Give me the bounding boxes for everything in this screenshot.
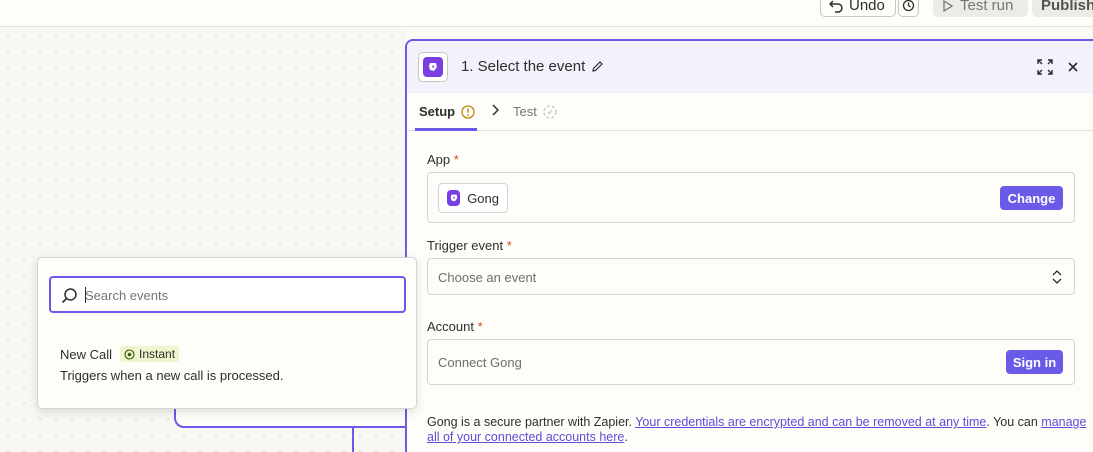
gong-logo-icon xyxy=(423,57,443,77)
test-run-button[interactable]: Test run xyxy=(933,0,1028,17)
instant-badge: Instant xyxy=(120,346,180,362)
trigger-event-select[interactable]: Choose an event xyxy=(427,258,1075,295)
security-note-text-3: . xyxy=(624,430,628,444)
top-toolbar: Undo Test run Publish xyxy=(0,0,1093,27)
publish-button[interactable]: Publish xyxy=(1032,0,1093,17)
app-field: Gong Change xyxy=(427,172,1075,223)
chevron-right-icon xyxy=(491,104,499,116)
tab-test-label: Test xyxy=(513,104,537,119)
sign-in-button[interactable]: Sign in xyxy=(1006,350,1063,374)
account-label-text: Account xyxy=(427,319,474,334)
select-arrows-icon xyxy=(1052,270,1062,284)
pending-icon xyxy=(543,104,557,119)
panel-title-text: 1. Select the event xyxy=(461,58,586,75)
search-events-field[interactable] xyxy=(49,276,406,313)
required-mark: * xyxy=(453,152,459,167)
security-note-text-2: . You can xyxy=(986,415,1042,429)
account-placeholder: Connect Gong xyxy=(438,355,522,370)
step-editor-panel: 1. Select the event Setup Test App * Gon… xyxy=(405,39,1093,452)
selected-app-chip: Gong xyxy=(438,183,508,213)
pencil-icon[interactable] xyxy=(591,60,604,73)
app-field-label: App * xyxy=(427,152,459,167)
account-field-label: Account * xyxy=(427,319,483,334)
event-search-popup: New Call Instant Triggers when a new cal… xyxy=(37,257,417,409)
instant-icon xyxy=(124,348,135,360)
test-run-label: Test run xyxy=(960,0,1014,14)
credentials-link[interactable]: Your credentials are encrypted and can b… xyxy=(635,415,986,429)
search-icon xyxy=(61,288,77,304)
selected-app-name: Gong xyxy=(467,190,499,206)
tab-test[interactable]: Test xyxy=(513,104,557,119)
event-option-title: New Call xyxy=(60,346,113,362)
account-field: Connect Gong Sign in xyxy=(427,339,1075,385)
undo-button[interactable]: Undo xyxy=(820,0,896,17)
search-events-input[interactable] xyxy=(85,286,385,304)
undo-label: Undo xyxy=(849,0,885,14)
security-note: Gong is a secure partner with Zapier. Yo… xyxy=(427,415,1087,445)
tab-setup[interactable]: Setup xyxy=(419,104,475,119)
history-icon xyxy=(902,0,915,12)
warning-icon xyxy=(461,104,475,119)
app-icon-button[interactable] xyxy=(418,52,448,82)
trigger-label-text: Trigger event xyxy=(427,238,504,253)
active-tab-indicator xyxy=(415,128,477,131)
expand-icon[interactable] xyxy=(1037,59,1053,75)
panel-header: 1. Select the event xyxy=(407,41,1093,93)
step-connector xyxy=(352,428,354,452)
trigger-event-placeholder: Choose an event xyxy=(438,270,537,285)
history-button[interactable] xyxy=(898,0,919,17)
trigger-field-label: Trigger event * xyxy=(427,238,512,253)
text-cursor xyxy=(85,287,86,303)
undo-icon xyxy=(829,0,843,13)
event-option-description: Triggers when a new call is processed. xyxy=(60,368,284,383)
step-tabs: Setup Test xyxy=(407,93,1093,131)
required-mark: * xyxy=(506,238,512,253)
security-note-text-1: Gong is a secure partner with Zapier. xyxy=(427,415,636,429)
app-label-text: App xyxy=(427,152,451,167)
change-app-button[interactable]: Change xyxy=(1000,186,1063,210)
panel-title: 1. Select the event xyxy=(461,58,604,75)
instant-badge-label: Instant xyxy=(139,347,176,361)
close-icon[interactable] xyxy=(1067,61,1079,73)
tab-setup-label: Setup xyxy=(419,104,456,119)
play-icon xyxy=(943,0,954,12)
required-mark: * xyxy=(477,319,483,334)
gong-logo-icon xyxy=(447,190,461,206)
event-option-new-call[interactable]: New Call Instant Triggers when a new cal… xyxy=(60,346,400,383)
